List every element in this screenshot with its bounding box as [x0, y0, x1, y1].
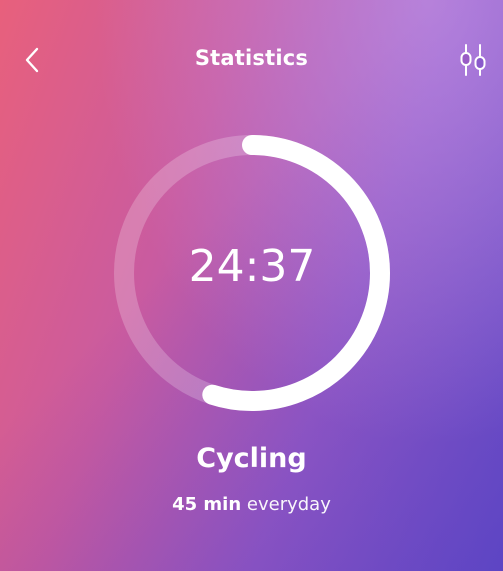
activity-name: Cycling — [196, 443, 307, 474]
header: Statistics — [0, 0, 503, 120]
sliders-icon — [460, 44, 486, 76]
goal-amount: 45 min — [172, 494, 242, 515]
filter-button[interactable] — [453, 40, 493, 80]
goal-frequency: everyday — [246, 494, 331, 515]
statistics-screen: Statistics 24:37 Cycling 45 min everyday — [0, 0, 503, 571]
progress-ring: 24:37 — [112, 133, 392, 413]
timer-value: 24:37 — [188, 241, 316, 292]
goal-text: 45 min everyday — [0, 494, 503, 515]
page-title: Statistics — [194, 46, 309, 70]
